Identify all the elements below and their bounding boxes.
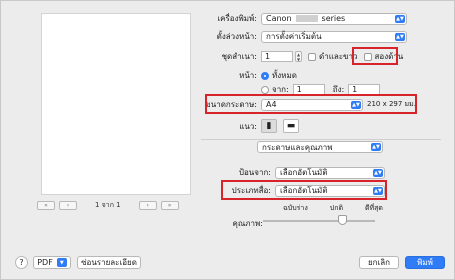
print-button[interactable]: พิมพ์ <box>405 256 445 269</box>
hide-details-button[interactable]: ซ่อนรายละเอียด <box>77 256 141 269</box>
pdf-button[interactable]: PDF ▼ <box>33 256 71 269</box>
redacted-model <box>295 15 318 22</box>
printer-label: เครื่องพิมพ์: <box>217 14 257 23</box>
copies-stepper[interactable]: ▲ ▼ <box>295 51 302 62</box>
prev-page-button[interactable]: ‹ <box>59 200 77 210</box>
orientation-label: แนว: <box>239 121 257 131</box>
chevron-updown-icon: ▲▼ <box>371 143 381 151</box>
section-value: กระดาษและคุณภาพ <box>262 142 333 152</box>
presets-label: ตั้งล่วงหน้า: <box>216 32 257 41</box>
quality-slider-track[interactable] <box>263 220 375 222</box>
printer-name: Canon <box>266 14 292 23</box>
cancel-button[interactable]: ยกเลิก <box>359 256 399 269</box>
quality-normal-label: ปกติ <box>329 204 343 212</box>
print-label: พิมพ์ <box>417 258 433 267</box>
hide-details-label: ซ่อนรายละเอียด <box>81 258 137 267</box>
pages-all-label: ทั้งหมด <box>272 71 297 80</box>
paper-source-label: ป้อนจาก: <box>238 168 271 177</box>
help-button[interactable]: ? <box>15 256 28 269</box>
printer-select[interactable]: Canon series ▲▼ <box>261 12 407 25</box>
last-page-button[interactable]: » <box>160 200 179 210</box>
paper-source-value: เลือกอัตโนมัติ <box>280 168 328 177</box>
pages-all-radio[interactable] <box>261 71 269 80</box>
page-preview <box>41 13 191 195</box>
two-sided-highlight <box>352 47 398 65</box>
page-indicator: 1 จาก 1 <box>95 200 121 209</box>
print-dialog: « ‹ 1 จาก 1 › » เครื่องพิมพ์: Canon seri… <box>0 0 455 280</box>
first-page-button[interactable]: « <box>37 200 55 210</box>
chevron-down-icon: ▼ <box>56 258 67 267</box>
presets-value: การตั้งค่าเริ่มต้น <box>266 32 322 41</box>
quality-high-label: ดีที่สุด <box>365 204 383 212</box>
quality-draft-label: ฉบับร่าง <box>283 204 308 212</box>
portrait-icon: ▮ <box>266 121 272 131</box>
pages-label: หน้า: <box>239 71 257 80</box>
chevron-updown-icon: ▲▼ <box>373 168 383 177</box>
pdf-label: PDF <box>37 258 53 267</box>
chevron-updown-icon: ▲▼ <box>395 32 405 41</box>
preview-pager: « ‹ 1 จาก 1 › » <box>37 200 179 210</box>
bw-checkbox[interactable] <box>308 52 316 61</box>
quality-label: คุณภาพ: <box>232 219 263 228</box>
media-type-highlight <box>221 180 387 200</box>
landscape-orientation-button[interactable]: ▬ <box>283 119 299 133</box>
copies-label: ชุดสำเนา: <box>221 52 257 61</box>
landscape-icon: ▬ <box>286 121 296 131</box>
quality-slider-knob[interactable] <box>338 215 347 225</box>
presets-select[interactable]: การตั้งค่าเริ่มต้น ▲▼ <box>261 30 407 43</box>
chevron-updown-icon: ▲▼ <box>395 14 405 23</box>
portrait-orientation-button[interactable]: ▮ <box>261 119 277 133</box>
next-page-button[interactable]: › <box>138 200 157 210</box>
printer-suffix: series <box>321 14 346 23</box>
pages-range-radio[interactable] <box>261 85 269 94</box>
section-select[interactable]: กระดาษและคุณภาพ ▲▼ <box>257 141 383 153</box>
copies-field[interactable]: 1 <box>261 51 293 62</box>
paper-source-select[interactable]: เลือกอัตโนมัติ ▲▼ <box>275 166 385 179</box>
cancel-label: ยกเลิก <box>367 258 390 267</box>
paper-size-highlight <box>205 94 417 114</box>
help-icon: ? <box>19 258 24 267</box>
